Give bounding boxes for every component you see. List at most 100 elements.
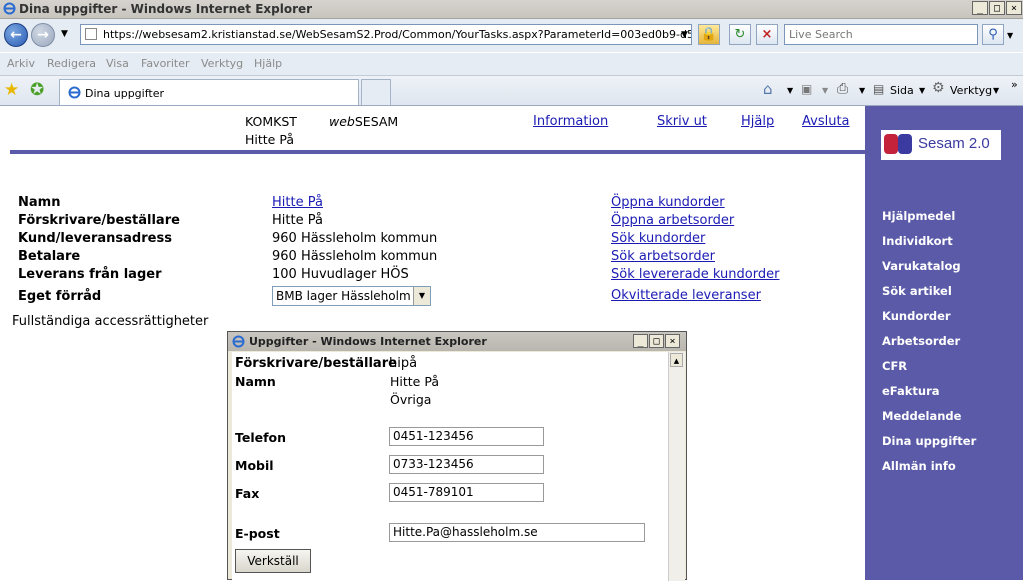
right-sidebar: Sesam 2.0 Hjälpmedel Individkort Varukat… [865,106,1023,580]
page-menu-button[interactable]: Sida [890,84,914,97]
feeds-icon[interactable]: ▣ [801,82,812,96]
popup-value-forskrivare: hipå [389,356,418,371]
minimize-button[interactable]: _ [972,1,988,15]
mobil-input[interactable]: 0733-123456 [389,455,544,474]
value-betalare: 960 Hässleholm kommun [272,249,438,264]
back-button[interactable]: ← [4,23,28,47]
new-tab-button[interactable] [361,79,391,105]
nav-allman-info[interactable]: Allmän info [882,459,956,473]
menu-verktyg[interactable]: Verktyg [201,57,243,70]
tab-bar: ★ ✪ Dina uppgifter ⌂ ▼ ▣ ▼ ⎙ ▼ ▤ Sida ▼ … [0,76,1023,106]
feeds-dropdown-icon[interactable]: ▼ [822,86,828,95]
app-name-prefix: web [329,114,355,129]
nav-individkort[interactable]: Individkort [882,234,953,248]
popup-label-namn: Namn [235,374,276,389]
sesam-logo: Sesam 2.0 [881,130,1001,160]
app-name-main: SESAM [354,114,399,129]
popup-label-telefon: Telefon [235,430,287,445]
nav-varukatalog[interactable]: Varukatalog [882,259,961,273]
chevron-more-icon[interactable]: » [1011,78,1018,91]
menu-visa[interactable]: Visa [106,57,129,70]
ie-tab-icon [68,86,81,99]
nav-efaktura[interactable]: eFaktura [882,384,940,398]
stop-icon[interactable]: × [756,24,778,45]
label-leverans-fran-lager: Leverans från lager [18,267,162,282]
home-dropdown-icon[interactable]: ▼ [787,86,793,95]
popup-body: Förskrivare/beställare hipå Namn Hitte P… [232,352,668,581]
link-sok-kundorder[interactable]: Sök kundorder [611,231,705,246]
nav-kundorder[interactable]: Kundorder [882,309,951,323]
popup-label-epost: E-post [235,526,280,541]
print-icon[interactable]: ⎙ [837,81,848,97]
menu-bar: Arkiv Redigera Visa Favoriter Verktyg Hj… [0,53,1023,76]
popup-scrollbar[interactable]: ▲ [668,352,685,581]
chevron-down-icon[interactable]: ▼ [413,287,430,305]
page-menu-icon[interactable]: ▤ [873,82,884,96]
nav-arbetsorder[interactable]: Arbetsorder [882,334,960,348]
header-divider [10,150,865,154]
nav-hjalpmedel[interactable]: Hjälpmedel [882,209,955,223]
refresh-icon[interactable]: ↻ [729,24,751,45]
nav-cfr[interactable]: CFR [882,359,907,373]
link-sok-levererade-kundorder[interactable]: Sök levererade kundorder [611,267,779,282]
scroll-up-arrow-icon[interactable]: ▲ [670,353,683,367]
ie-logo-icon [3,2,16,15]
link-oppna-kundorder[interactable]: Öppna kundorder [611,195,725,210]
search-icon[interactable]: ⚲ [982,24,1004,45]
link-okvitterade-leveranser[interactable]: Okvitterade leveranser [611,288,761,303]
gear-icon[interactable]: ⚙ [932,80,945,96]
search-dropdown-icon[interactable]: ▼ [1007,31,1013,40]
history-dropdown-icon[interactable]: ▼ [61,29,68,39]
popup-minimize-button[interactable]: _ [633,334,648,348]
address-toolbar: ← → ▼ https://websesam2.kristianstad.se/… [0,19,1023,52]
link-information[interactable]: Information [533,114,608,129]
value-namn-link[interactable]: Hitte På [272,195,323,210]
popup-close-button[interactable]: × [665,334,680,348]
popup-label-mobil: Mobil [235,458,274,473]
lock-icon[interactable]: 🔒 [698,24,720,45]
favorites-star-icon[interactable]: ★ [4,80,19,100]
popup-label-forskrivare: Förskrivare/beställare [235,356,397,371]
window-titlebar: Dina uppgifter - Windows Internet Explor… [0,0,1023,19]
forward-button[interactable]: → [31,23,55,47]
nav-meddelande[interactable]: Meddelande [882,409,961,423]
search-input[interactable]: Live Search [784,24,978,45]
access-rights-text: Fullständiga accessrättigheter [12,314,209,329]
page-icon [85,28,97,40]
tools-dropdown-icon[interactable]: ▼ [993,86,999,95]
print-dropdown-icon[interactable]: ▼ [859,86,865,95]
menu-redigera[interactable]: Redigera [47,57,96,70]
fax-input[interactable]: 0451-789101 [389,483,544,502]
logo-text: Sesam 2.0 [918,135,990,152]
label-forskrivare: Förskrivare/beställare [18,213,180,228]
close-window-button[interactable]: × [1006,1,1022,15]
address-input[interactable]: https://websesam2.kristianstad.se/WebSes… [80,24,692,45]
add-favorite-icon[interactable]: ✪ [30,80,44,100]
epost-input[interactable]: Hitte.Pa@hassleholm.se [389,523,645,542]
tab-dina-uppgifter[interactable]: Dina uppgifter [59,79,359,105]
eget-forrad-select[interactable]: BMB lager Hässleholm ▼ [272,286,431,306]
tools-menu-button[interactable]: Verktyg [950,84,992,97]
page-dropdown-icon[interactable]: ▼ [919,86,925,95]
label-betalare: Betalare [18,249,81,264]
value-kund-leveransadress: 960 Hässleholm kommun [272,231,438,246]
ie-popup-icon [232,335,245,348]
menu-arkiv[interactable]: Arkiv [7,57,35,70]
popup-maximize-button[interactable]: □ [649,334,664,348]
link-skriv-ut[interactable]: Skriv ut [657,114,707,129]
telefon-input[interactable]: 0451-123456 [389,427,544,446]
home-icon[interactable]: ⌂ [763,80,773,98]
verkstall-button[interactable]: Verkställ [235,549,311,573]
link-avsluta[interactable]: Avsluta [802,114,850,129]
popup-window: Uppgifter - Windows Internet Explorer _ … [227,331,687,581]
menu-favoriter[interactable]: Favoriter [141,57,189,70]
link-hjalp[interactable]: Hjälp [741,114,774,129]
nav-sok-artikel[interactable]: Sök artikel [882,284,952,298]
menu-hjalp[interactable]: Hjälp [254,57,282,70]
nav-dina-uppgifter[interactable]: Dina uppgifter [882,434,976,448]
address-dropdown-icon[interactable]: ▼ [681,30,688,40]
link-oppna-arbetsorder[interactable]: Öppna arbetsorder [611,213,734,228]
org-code: KOMKST [245,114,297,129]
link-sok-arbetsorder[interactable]: Sök arbetsorder [611,249,715,264]
maximize-button[interactable]: □ [989,1,1005,15]
